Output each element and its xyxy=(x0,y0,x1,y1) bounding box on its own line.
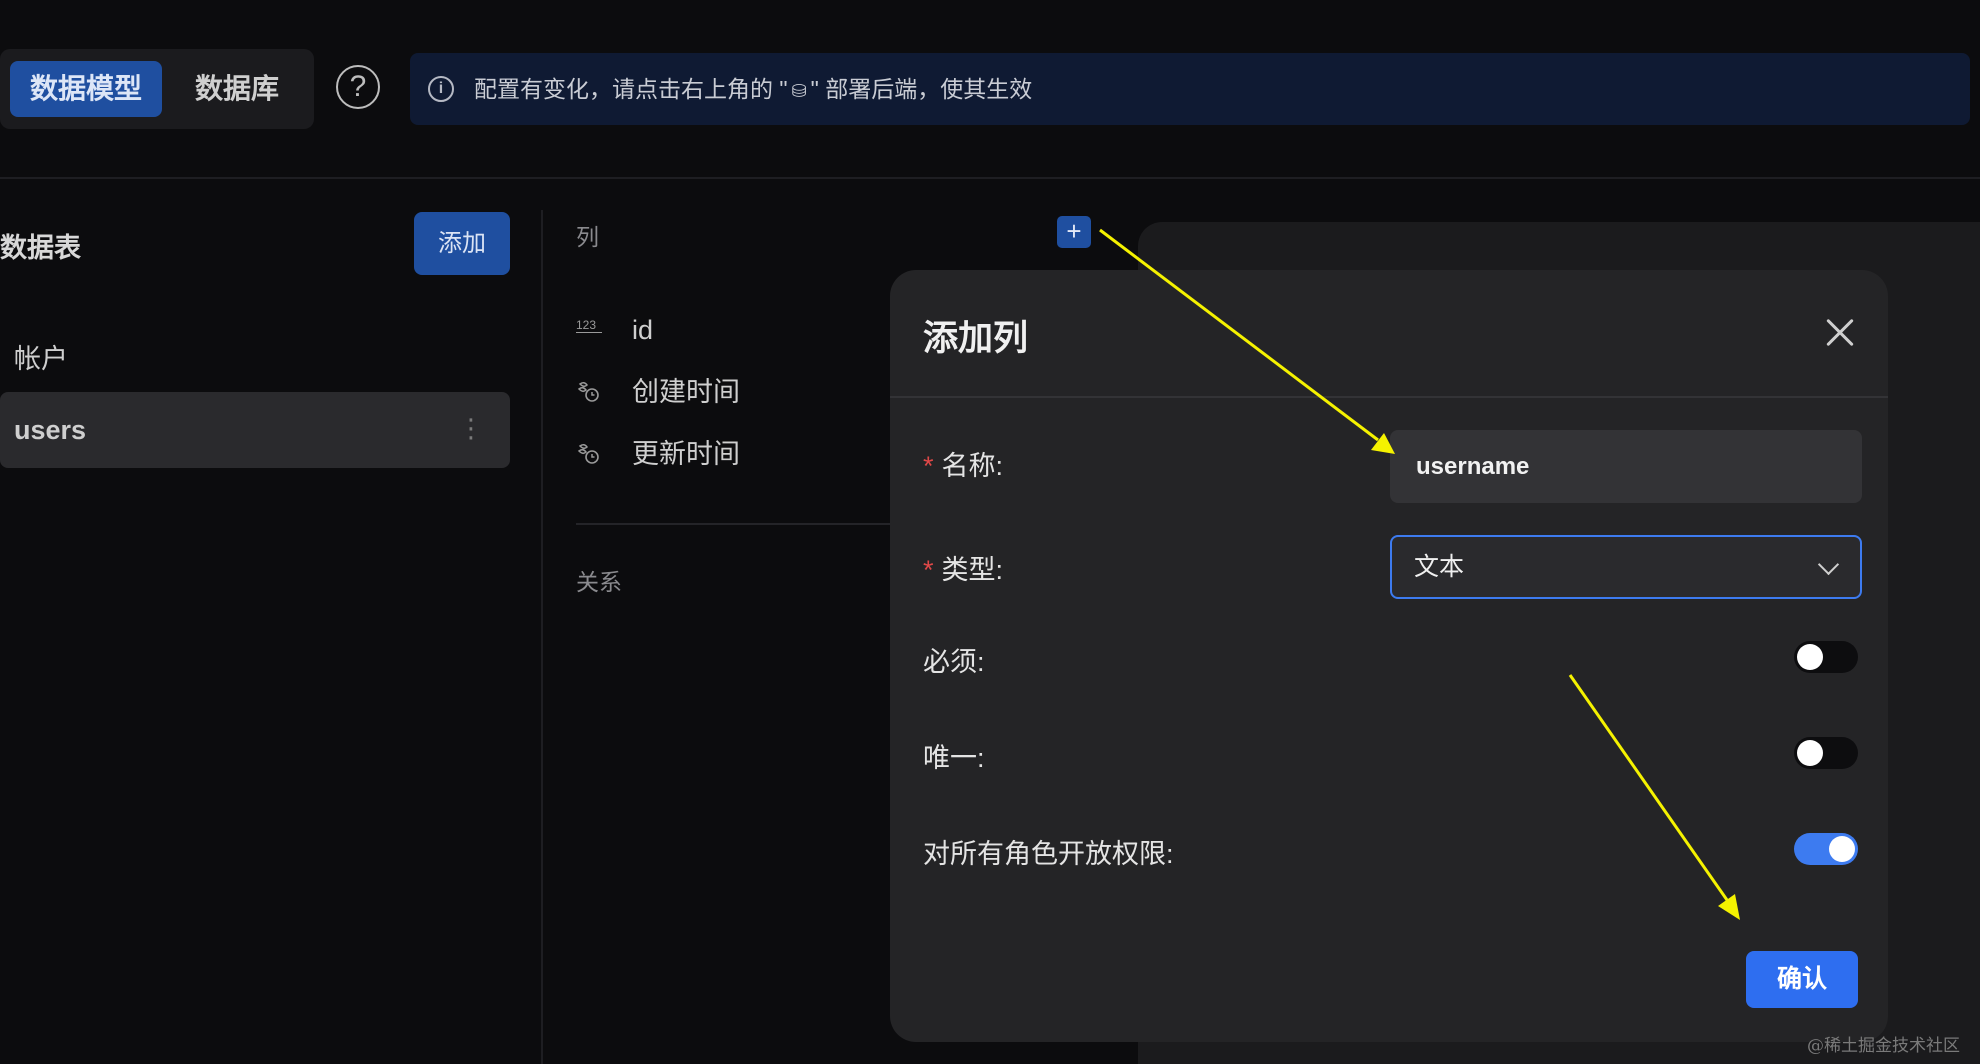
watermark: @稀土掘金技术社区 xyxy=(1807,1036,1960,1056)
table-group-label: 帐户 xyxy=(14,344,68,374)
type-select-value: 文本 xyxy=(1414,553,1465,581)
modal-divider xyxy=(890,396,1888,398)
columns-divider xyxy=(576,523,896,525)
open-permission-toggle[interactable] xyxy=(1794,833,1858,865)
toggle-knob xyxy=(1797,740,1823,766)
tab-database[interactable]: 数据库 xyxy=(172,61,302,117)
time-type-icon xyxy=(576,440,602,469)
type-field-label: * 类型: xyxy=(923,548,1003,587)
modal-title: 添加列 xyxy=(923,319,1029,358)
number-type-icon: 123 xyxy=(576,318,602,333)
name-label-text: 名称: xyxy=(941,451,1004,481)
unique-toggle-label: 唯一: xyxy=(923,743,985,773)
sidebar-item-label: users xyxy=(14,415,87,445)
unique-toggle[interactable] xyxy=(1794,737,1858,769)
sidebar-item-users[interactable]: users ⋮ xyxy=(0,392,510,468)
required-toggle[interactable] xyxy=(1794,641,1858,673)
tab-data-model[interactable]: 数据模型 xyxy=(10,61,162,117)
confirm-button[interactable]: 确认 xyxy=(1746,951,1858,1008)
column-label: id xyxy=(632,315,654,345)
relations-section-label: 关系 xyxy=(576,569,622,595)
question-circle-icon[interactable]: ? xyxy=(336,65,380,109)
more-options-icon[interactable]: ⋮ xyxy=(458,392,484,464)
column-label: 更新时间 xyxy=(632,439,740,469)
type-select[interactable]: 文本 xyxy=(1390,535,1862,599)
add-column-modal: 添加列 *名称: *类型: 文本 必须: 唯一: 对所有角色开放权限: 确认 xyxy=(890,270,1888,1042)
header-divider xyxy=(0,177,1980,179)
type-label-text: 类型: xyxy=(941,555,1004,585)
config-change-banner: i 配置有变化，请点击右上角的 " ⛁ " 部署后端，使其生效 xyxy=(410,53,1970,125)
banner-text-after: " 部署后端，使其生效 xyxy=(810,76,1033,102)
sidebar-divider xyxy=(541,210,543,1064)
required-mark: * xyxy=(923,451,934,481)
info-circle-icon: i xyxy=(428,76,454,102)
toggle-knob xyxy=(1797,644,1823,670)
column-label: 创建时间 xyxy=(632,377,740,407)
time-type-icon xyxy=(576,378,602,407)
add-column-button[interactable]: + xyxy=(1057,216,1091,248)
name-field-label: * 名称: xyxy=(923,444,1003,483)
toggle-knob xyxy=(1829,836,1855,862)
deploy-icon: ⛁ xyxy=(791,81,807,101)
banner-text: 配置有变化，请点击右上角的 " ⛁ " 部署后端，使其生效 xyxy=(474,53,1032,127)
tables-title: 数据表 xyxy=(0,233,81,263)
view-switch: 数据模型 数据库 xyxy=(0,49,314,129)
required-mark: * xyxy=(923,555,934,585)
columns-section-label: 列 xyxy=(576,224,599,250)
banner-text-before: 配置有变化，请点击右上角的 " xyxy=(474,76,788,102)
name-input[interactable] xyxy=(1390,430,1862,503)
required-toggle-label: 必须: xyxy=(923,647,985,677)
close-icon[interactable] xyxy=(1825,318,1855,348)
open-permission-toggle-label: 对所有角色开放权限: xyxy=(923,839,1174,869)
chevron-down-icon xyxy=(1817,553,1840,576)
add-table-button[interactable]: 添加 xyxy=(414,212,510,275)
